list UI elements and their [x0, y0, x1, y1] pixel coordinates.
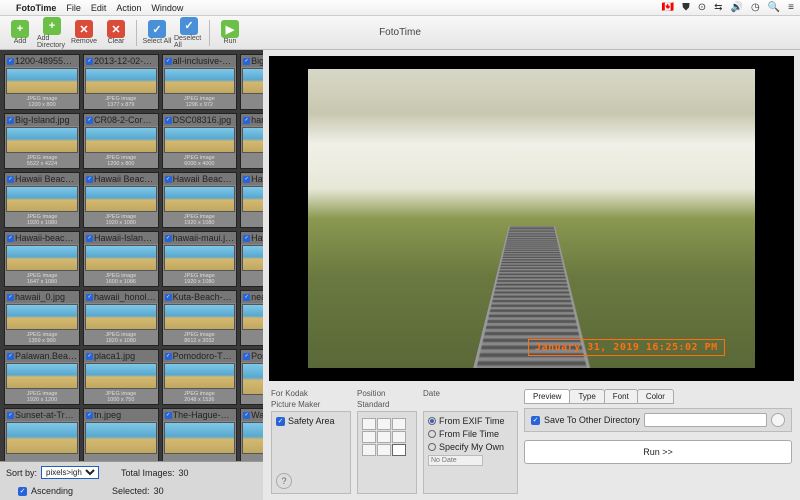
thumbnail[interactable]: ✓2013-12-02-…JPEG image1377 x 879: [83, 54, 159, 110]
radio-file[interactable]: [428, 430, 436, 438]
preview-image: January 31, 2019 16:25:02 PM: [308, 69, 754, 368]
thumbnail[interactable]: ✓Hawaii-beac…JPEG image1647 x 1080: [4, 231, 80, 287]
help-button[interactable]: ?: [276, 473, 292, 489]
sort-bar: Sort by: pixels>igh Total Images: 30 ✓ A…: [0, 461, 263, 500]
preview-panel: January 31, 2019 16:25:02 PM For Kodak P…: [263, 50, 800, 500]
thumbnail[interactable]: ✓hawaii_0.jpgJPEG image1359 x 900: [4, 290, 80, 346]
thumbnail-grid: ✓1200-48955…JPEG image1200 x 800✓2013-12…: [0, 50, 263, 461]
selected-label: Selected:: [112, 486, 150, 496]
thumbnail[interactable]: ✓all-inclusive-…JPEG image1296 x 972: [162, 54, 238, 110]
position-group: Position Standard: [357, 389, 417, 494]
thumbnail[interactable]: ✓hanalei-bay-…JPEG image2880 x 1800: [240, 113, 263, 169]
thumbnail[interactable]: ✓hawaii_honol…JPEG image1820 x 1080: [83, 290, 159, 346]
thumbnail[interactable]: ✓near_white_h…JPEG image1024 x 768: [240, 290, 263, 346]
preview-viewport: January 31, 2019 16:25:02 PM: [269, 56, 794, 381]
tb-deselect-all[interactable]: ✓Deselect All: [174, 17, 204, 49]
sound-icon[interactable]: 🔊: [731, 2, 743, 13]
tb-remove[interactable]: ✕Remove: [69, 20, 99, 45]
mac-menubar: FotoTime File Edit Action Window 🇨🇦 ⛊ ⊙ …: [0, 0, 800, 16]
window-title: FotoTime: [379, 27, 421, 38]
tb-add[interactable]: +Add: [5, 20, 35, 45]
thumbnail[interactable]: ✓Big-Island-H…JPEG image5520 x 3670: [240, 54, 263, 110]
menu-file[interactable]: File: [66, 3, 81, 13]
menu-action[interactable]: Action: [116, 3, 141, 13]
thumbnail[interactable]: ✓Pomodoro-T…JPEG image2048 x 1536: [162, 349, 238, 405]
thumbnail[interactable]: ✓1200-48955…JPEG image1200 x 800: [4, 54, 80, 110]
tabs: Preview Type Font Color: [524, 389, 792, 404]
toolbar: +Add+Add Directory✕Remove✕Clear ✓Select A…: [0, 16, 800, 50]
thumbnail[interactable]: ✓DSC08316.jpgJPEG image6000 x 4000: [162, 113, 238, 169]
ascending-checkbox[interactable]: ✓: [18, 487, 27, 496]
date-input[interactable]: [428, 455, 483, 466]
total-value: 30: [179, 468, 189, 478]
right-controls: Preview Type Font Color ✓ Save To Other …: [524, 389, 792, 494]
thumbnail[interactable]: ✓hawaii-maui.j…JPEG image1920 x 1080: [162, 231, 238, 287]
thumbnail[interactable]: ✓Big-Island.jpgJPEG image5522 x 4224: [4, 113, 80, 169]
search-icon[interactable]: 🔍: [768, 2, 780, 13]
flag-icon[interactable]: 🇨🇦: [662, 2, 674, 13]
browse-button[interactable]: [771, 413, 785, 427]
total-label: Total Images:: [121, 468, 175, 478]
date-stamp-overlay: January 31, 2019 16:25:02 PM: [528, 339, 725, 356]
tab-color[interactable]: Color: [637, 389, 674, 404]
date-group: Date From EXIF Time From File Time Speci…: [423, 389, 518, 494]
safety-checkbox[interactable]: ✓: [276, 417, 285, 426]
thumbnail[interactable]: ✓Waikiki-Beac…: [240, 408, 263, 461]
menu-edit[interactable]: Edit: [91, 3, 107, 13]
tab-preview[interactable]: Preview: [524, 389, 570, 404]
thumbnail[interactable]: ✓Kuta-Beach-…JPEG image8612 x 3032: [162, 290, 238, 346]
thumbnail[interactable]: ✓Hawaii Beac…JPEG image1920 x 1080: [83, 172, 159, 228]
toggle-icon[interactable]: ⇆: [714, 2, 722, 13]
run-button[interactable]: Run >>: [524, 440, 792, 464]
selected-value: 30: [154, 486, 164, 496]
thumbnail[interactable]: ✓placa1.jpgJPEG image1000 x 750: [83, 349, 159, 405]
sort-select[interactable]: pixels>igh: [41, 466, 99, 479]
thumbnail[interactable]: ✓The-Hague-…: [162, 408, 238, 461]
menu-window[interactable]: Window: [151, 3, 183, 13]
thumbnail[interactable]: ✓Palawan.Bea…JPEG image1920 x 1200: [4, 349, 80, 405]
thumbnail[interactable]: ✓CR08-2-Cor…JPEG image1200 x 800: [83, 113, 159, 169]
menu-icon[interactable]: ≡: [788, 2, 794, 13]
sort-label: Sort by:: [6, 468, 37, 478]
tb-add-directory[interactable]: +Add Directory: [37, 17, 67, 49]
clock-icon[interactable]: ◷: [751, 2, 760, 13]
thumbnail[interactable]: ✓Hawaii Beac…JPEG image1920 x 1080: [4, 172, 80, 228]
tb-select-all[interactable]: ✓Select All: [142, 20, 172, 45]
thumbnail[interactable]: ✓Hawaii Beac…JPEG image1920 x 1080: [240, 172, 263, 228]
save-checkbox[interactable]: ✓: [531, 416, 540, 425]
tb-clear[interactable]: ✕Clear: [101, 20, 131, 45]
shield-icon[interactable]: ⛊: [682, 2, 690, 13]
position-grid[interactable]: [362, 418, 412, 456]
thumbnail[interactable]: ✓Hawaii Beac…JPEG image1920 x 1080: [162, 172, 238, 228]
thumbnail[interactable]: ✓Hawaii.origin…JPEG image1920 x 1080: [240, 231, 263, 287]
thumbnail[interactable]: ✓Sunset-at-Tr…: [4, 408, 80, 461]
path-field[interactable]: [644, 413, 767, 427]
thumbnail[interactable]: ✓Positiva2-H…JPEG image: [240, 349, 263, 405]
thumbnail[interactable]: ✓Hawaii-Islan…JPEG image1600 x 1086: [83, 231, 159, 287]
thumbnail[interactable]: ✓tn.jpeg: [83, 408, 159, 461]
app-name[interactable]: FotoTime: [16, 3, 56, 13]
radio-own[interactable]: [428, 443, 436, 451]
tab-type[interactable]: Type: [569, 389, 604, 404]
controls-row: For Kodak Picture Maker ✓ Safety Area ? …: [263, 385, 800, 500]
tab-font[interactable]: Font: [604, 389, 638, 404]
kodak-group: For Kodak Picture Maker ✓ Safety Area ?: [271, 389, 351, 494]
ascending-label: Ascending: [31, 486, 73, 496]
wifi-icon[interactable]: ⊙: [698, 2, 706, 13]
tb-run[interactable]: ▶Run: [215, 20, 245, 45]
radio-exif[interactable]: [428, 417, 436, 425]
thumbnail-panel: ✓1200-48955…JPEG image1200 x 800✓2013-12…: [0, 50, 263, 500]
